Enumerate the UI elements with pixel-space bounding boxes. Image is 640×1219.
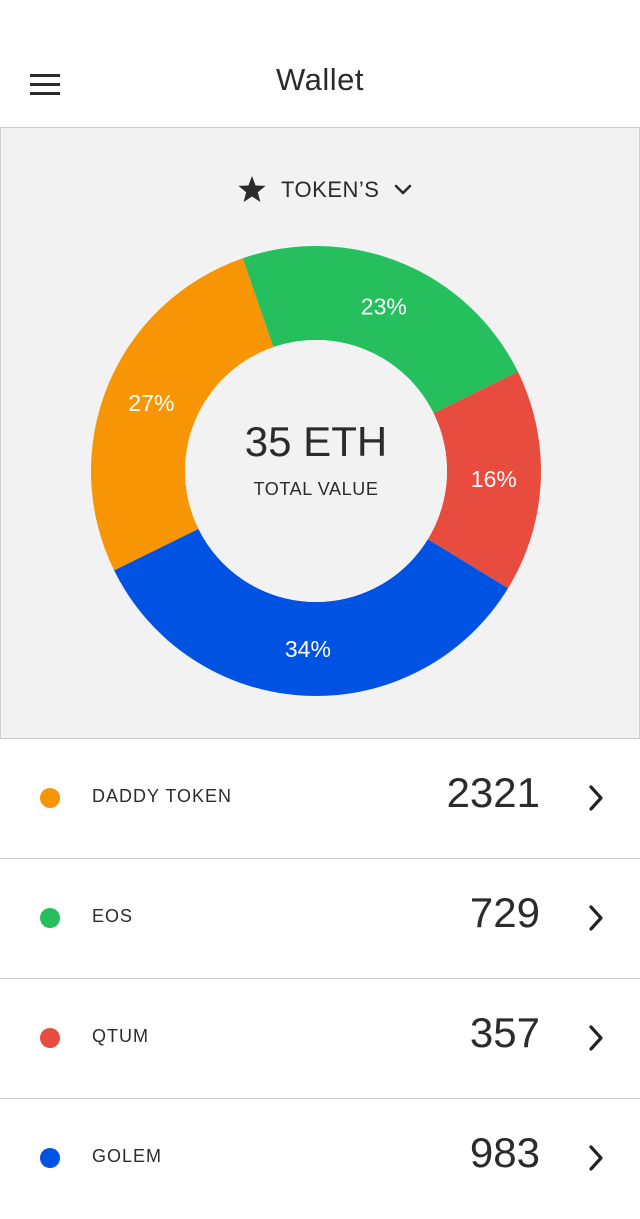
token-amount: 729 — [469, 889, 540, 936]
token-amount: 983 — [469, 1129, 540, 1176]
donut-slice-label: 23% — [361, 293, 407, 319]
token-color-dot — [40, 788, 60, 808]
chevron-right-icon[interactable] — [586, 903, 606, 933]
token-row-daddy-token[interactable]: DADDY TOKEN 2321 — [0, 739, 640, 859]
token-name: GOLEM — [92, 1146, 163, 1166]
total-value-label: TOTAL VALUE — [253, 479, 379, 499]
donut-slice-label: 27% — [128, 390, 174, 416]
chevron-right-icon[interactable] — [586, 1023, 606, 1053]
token-color-dot — [40, 1148, 60, 1168]
token-color-dot — [40, 908, 60, 928]
token-amount: 2321 — [446, 769, 540, 816]
token-name: QTUM — [92, 1026, 149, 1046]
token-row-eos[interactable]: EOS 729 — [0, 859, 640, 979]
star-icon — [238, 176, 266, 202]
token-amount: 357 — [469, 1009, 540, 1056]
token-selector-dropdown[interactable]: TOKEN’S — [237, 172, 413, 208]
app-header: Wallet — [0, 0, 640, 128]
donut-center-hole — [185, 340, 447, 602]
token-name: DADDY TOKEN — [92, 786, 233, 806]
token-color-dot — [40, 1028, 60, 1048]
chevron-right-icon[interactable] — [586, 783, 606, 813]
total-value: 35 ETH — [244, 418, 388, 465]
token-name: EOS — [92, 906, 134, 926]
portfolio-chart-panel: 23% 16% 34% 27% TOKEN’S 35 ETH TOTAL VALUE — [0, 128, 640, 739]
donut-slice-label: 34% — [285, 636, 331, 662]
chevron-down-icon — [395, 184, 412, 195]
wallet-screen: Wallet 23% 16% 34% 27% TOKEN’S 35 ETH TOTAL… — [0, 0, 640, 1219]
chevron-right-icon[interactable] — [586, 1143, 606, 1173]
page-title: Wallet — [276, 62, 364, 97]
token-row-golem[interactable]: GOLEM 983 — [0, 1099, 640, 1219]
token-list: DADDY TOKEN 2321 EOS 729 QTUM 357 GOLEM — [0, 739, 640, 1219]
token-selector-label: TOKEN’S — [281, 177, 380, 202]
token-row-qtum[interactable]: QTUM 357 — [0, 979, 640, 1099]
